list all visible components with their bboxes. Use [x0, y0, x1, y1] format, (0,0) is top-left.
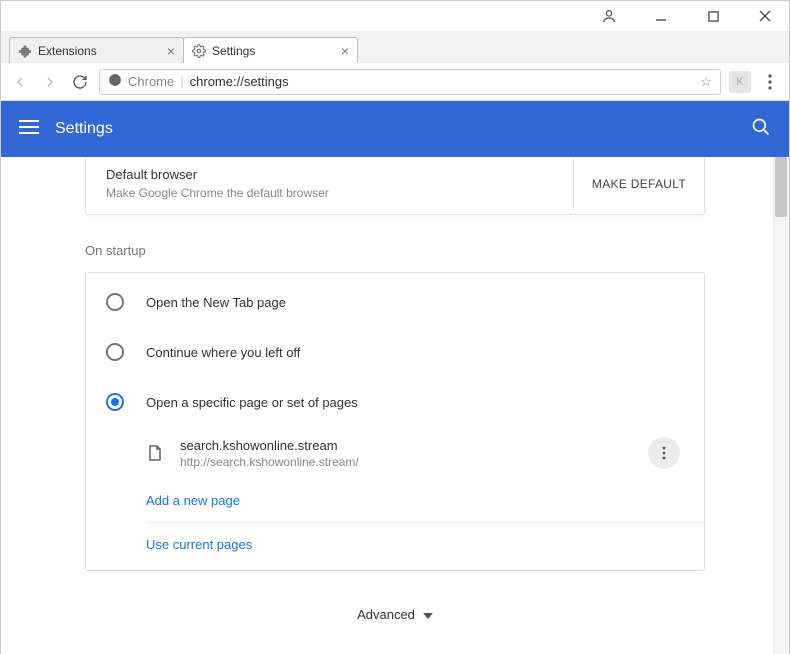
default-browser-subtitle: Make Google Chrome the default browser: [106, 186, 329, 200]
scrollbar-thumb[interactable]: [775, 157, 787, 217]
option-label: Continue where you left off: [146, 345, 300, 360]
scrollbar-track[interactable]: [773, 157, 789, 654]
advanced-toggle[interactable]: Advanced: [85, 607, 705, 622]
extension-icon[interactable]: K: [729, 71, 751, 93]
close-tab-icon[interactable]: ×: [167, 43, 175, 59]
hamburger-icon[interactable]: [19, 119, 39, 140]
tabstrip: Extensions × Settings ×: [1, 31, 789, 63]
tab-label: Extensions: [38, 44, 161, 58]
radio-icon: [106, 293, 124, 311]
bookmark-star-icon[interactable]: ☆: [700, 74, 712, 90]
forward-icon[interactable]: [39, 71, 61, 93]
startup-option-continue[interactable]: Continue where you left off: [86, 327, 704, 377]
window-controls: [1, 1, 789, 31]
advanced-label: Advanced: [357, 607, 415, 622]
startup-card: Open the New Tab page Continue where you…: [85, 272, 705, 571]
address-bar[interactable]: Chrome | chrome://settings ☆: [99, 69, 721, 95]
minimize-icon[interactable]: [649, 4, 673, 28]
security-icon: [108, 73, 122, 90]
default-browser-title: Default browser: [106, 167, 329, 182]
startup-page-url: http://search.kshowonline.stream/: [180, 455, 359, 469]
startup-page-title: search.kshowonline.stream: [180, 438, 359, 453]
close-tab-icon[interactable]: ×: [341, 43, 349, 59]
make-default-button[interactable]: MAKE DEFAULT: [573, 159, 704, 209]
more-actions-icon[interactable]: [648, 437, 680, 469]
page-title: Settings: [55, 120, 113, 138]
reload-icon[interactable]: [69, 71, 91, 93]
account-icon[interactable]: [597, 4, 621, 28]
content-area: Default browser Make Google Chrome the d…: [1, 157, 789, 654]
add-new-page-link[interactable]: Add a new page: [146, 479, 704, 522]
maximize-icon[interactable]: [701, 4, 725, 28]
use-current-pages-link[interactable]: Use current pages: [146, 523, 704, 566]
search-icon[interactable]: [751, 117, 771, 142]
browser-menu-icon[interactable]: [759, 71, 781, 93]
chevron-down-icon: [423, 607, 433, 622]
option-label: Open a specific page or set of pages: [146, 395, 358, 410]
tab-label: Settings: [212, 44, 335, 58]
default-browser-card: Default browser Make Google Chrome the d…: [85, 157, 705, 215]
startup-option-specific[interactable]: Open a specific page or set of pages: [86, 377, 704, 427]
radio-icon: [106, 393, 124, 411]
url-text: chrome://settings: [190, 74, 289, 89]
tab-settings[interactable]: Settings ×: [183, 37, 358, 63]
puzzle-icon: [18, 44, 32, 58]
radio-icon: [106, 343, 124, 361]
page-icon: [146, 444, 164, 462]
tab-extensions[interactable]: Extensions ×: [9, 37, 184, 63]
gear-icon: [192, 44, 206, 58]
settings-header: Settings: [1, 101, 789, 157]
startup-option-newtab[interactable]: Open the New Tab page: [86, 277, 704, 327]
toolbar: Chrome | chrome://settings ☆ K: [1, 63, 789, 101]
back-icon[interactable]: [9, 71, 31, 93]
option-label: Open the New Tab page: [146, 295, 286, 310]
section-label-startup: On startup: [85, 243, 705, 258]
close-icon[interactable]: [753, 4, 777, 28]
startup-page-row: search.kshowonline.stream http://search.…: [146, 427, 704, 479]
origin-chip: Chrome: [128, 74, 174, 89]
